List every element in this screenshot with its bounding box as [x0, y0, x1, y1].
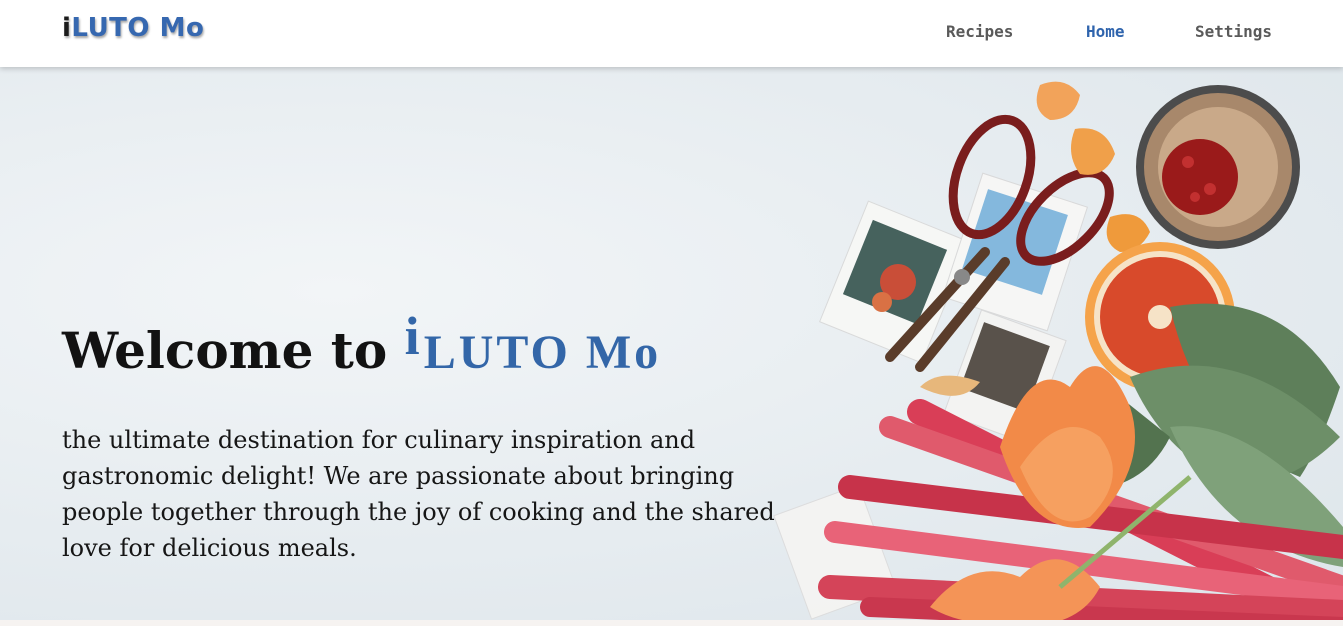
nav-home[interactable]: Home: [1086, 22, 1125, 41]
logo-prefix: i: [62, 13, 72, 43]
hero-brand-rest: LUTO Mo: [423, 326, 662, 379]
hero-bottom-strip: [0, 620, 1343, 626]
hero-section: Welcome to iLUTO Mo the ultimate destina…: [0, 67, 1343, 626]
hero-brand-i: i: [404, 306, 424, 366]
peppercorn-bowl: [1136, 85, 1300, 249]
hero-description: the ultimate destination for culinary in…: [62, 426, 775, 562]
hero-brand: iLUTO Mo: [405, 306, 662, 379]
nav-recipes[interactable]: Recipes: [946, 22, 1013, 41]
hero-title-prefix: Welcome to: [62, 321, 388, 380]
nav-settings[interactable]: Settings: [1195, 22, 1272, 41]
site-logo[interactable]: iLUTO Mo: [62, 13, 204, 43]
food-flatlay-image: [773, 81, 1343, 626]
hero-title: Welcome to iLUTO Mo: [62, 305, 661, 380]
top-navbar: iLUTO Mo Recipes Home Settings: [0, 0, 1343, 67]
logo-text: LUTO Mo: [71, 13, 205, 43]
